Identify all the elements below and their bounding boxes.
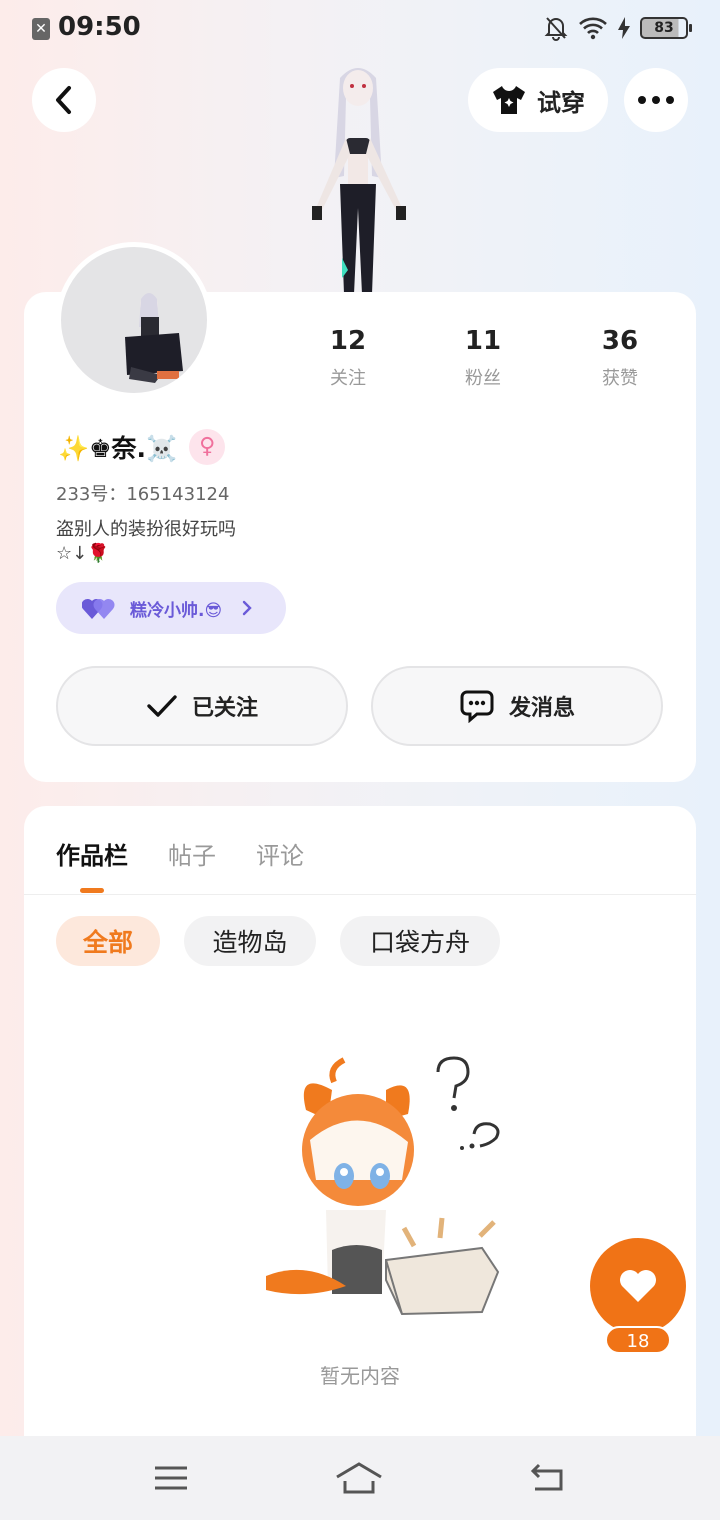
- profile-bio: 盗别人的装扮很好玩吗 ☆↓🌹: [56, 519, 236, 564]
- filter-creation-island[interactable]: 造物岛: [184, 916, 316, 966]
- double-heart-icon: [82, 598, 115, 619]
- avatar[interactable]: [56, 242, 212, 398]
- tab-posts[interactable]: 帖子: [168, 836, 216, 871]
- stat-label: 关注: [330, 368, 366, 389]
- empty-state-illustration: [266, 1056, 500, 1316]
- battery-indicator: 83: [640, 17, 692, 39]
- more-dots-icon: [638, 96, 674, 104]
- tab-works[interactable]: 作品栏: [56, 836, 128, 871]
- home-icon[interactable]: [334, 1461, 384, 1495]
- stat-value: 11: [464, 326, 502, 356]
- profile-name: ✨♚奈.☠️: [58, 434, 178, 463]
- status-time: 09:50: [58, 12, 141, 42]
- followed-label: 已关注: [191, 696, 258, 721]
- bond-name: 糕冷小帅.😎: [130, 600, 223, 621]
- stat-value: 12: [329, 326, 367, 356]
- try-on-label: 试穿: [537, 88, 585, 117]
- stat-value: 36: [601, 326, 639, 356]
- tab-divider: [24, 894, 696, 895]
- stat-likes[interactable]: 36 获赞: [560, 326, 680, 390]
- back-nav-icon[interactable]: [529, 1463, 567, 1493]
- status-bar: ✕ 09:50 83: [0, 0, 720, 56]
- try-on-button[interactable]: 试穿: [468, 68, 608, 132]
- avatar-character-figure: [312, 68, 406, 294]
- stat-following[interactable]: 12 关注: [288, 326, 408, 390]
- menu-icon[interactable]: [153, 1464, 189, 1492]
- bond-badge[interactable]: 糕冷小帅.😎: [56, 582, 286, 634]
- stat-label: 获赞: [602, 368, 638, 389]
- user-id: 233号：165143124: [56, 484, 230, 505]
- profile-name-row: ✨♚奈.☠️ ♀: [58, 428, 226, 466]
- avatar-figure: [125, 293, 183, 383]
- mute-bell-icon: [544, 17, 568, 41]
- charging-icon: [618, 17, 630, 39]
- filter-all[interactable]: 全部: [56, 916, 160, 966]
- empty-state-text: 暂无内容: [320, 1364, 400, 1388]
- chevron-right-icon: [242, 600, 252, 616]
- followed-button[interactable]: 已关注: [56, 666, 348, 746]
- gender-badge: ♀: [189, 429, 226, 465]
- send-message-label: 发消息: [508, 696, 575, 721]
- back-button[interactable]: [32, 68, 96, 132]
- notification-icon: ✕: [32, 18, 50, 40]
- filter-pocket-ark[interactable]: 口袋方舟: [340, 916, 500, 966]
- send-message-button[interactable]: 发消息: [371, 666, 663, 746]
- heart-icon: [620, 1270, 656, 1302]
- tab-indicator: [80, 888, 104, 893]
- chat-bubble-icon: [460, 690, 494, 723]
- more-options-button[interactable]: [624, 68, 688, 132]
- like-count: 18: [605, 1326, 671, 1354]
- like-button[interactable]: [590, 1238, 686, 1334]
- tab-comments[interactable]: 评论: [256, 836, 304, 871]
- stat-followers[interactable]: 11 粉丝: [423, 326, 543, 390]
- chevron-left-icon: [56, 86, 71, 114]
- wifi-icon: [579, 17, 607, 40]
- system-nav-bar: [0, 1436, 720, 1520]
- check-icon: [147, 695, 177, 717]
- shirt-sparkle-icon: [493, 86, 525, 114]
- stat-label: 粉丝: [465, 368, 501, 389]
